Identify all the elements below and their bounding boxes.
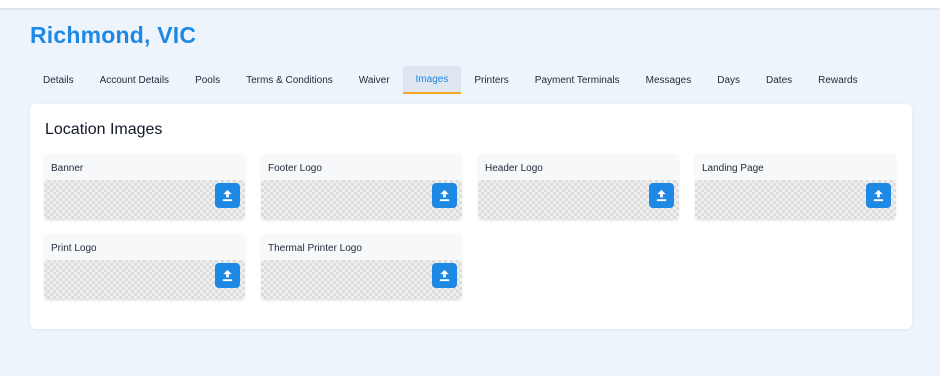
tab-images[interactable]: Images [402,66,462,94]
tab-bar: Details Account Details Pools Terms & Co… [30,66,871,94]
image-grid: Banner Footer Logo Header Logo Landing P… [44,154,896,300]
tab-waiver[interactable]: Waiver [346,66,403,94]
upload-icon [222,269,233,282]
image-tile-label: Landing Page [702,163,764,174]
tab-printers[interactable]: Printers [461,66,521,94]
upload-icon [222,189,233,202]
upload-button[interactable] [432,263,457,288]
upload-button[interactable] [215,263,240,288]
location-images-card: Location Images Banner Footer Logo Heade… [30,104,912,329]
upload-button[interactable] [649,183,674,208]
upload-button[interactable] [215,183,240,208]
section-title: Location Images [45,121,163,138]
image-tile-thermal-printer-logo: Thermal Printer Logo [261,234,462,300]
image-tile-label: Footer Logo [268,163,322,174]
tab-pools[interactable]: Pools [182,66,233,94]
image-tile-label: Header Logo [485,163,543,174]
tab-messages[interactable]: Messages [633,66,705,94]
upload-icon [439,189,450,202]
top-bar [0,0,940,8]
image-tile-footer-logo: Footer Logo [261,154,462,220]
tab-dates[interactable]: Dates [753,66,805,94]
tab-rewards[interactable]: Rewards [805,66,870,94]
image-tile-label: Banner [51,163,84,174]
tab-account-details[interactable]: Account Details [87,66,182,94]
image-tile-banner: Banner [44,154,245,220]
image-tile-print-logo: Print Logo [44,234,245,300]
tab-terms-conditions[interactable]: Terms & Conditions [233,66,346,94]
page-title: Richmond, VIC [30,22,197,48]
image-tile-label: Print Logo [51,243,97,254]
image-tile-label: Thermal Printer Logo [268,243,362,254]
upload-button[interactable] [866,183,891,208]
upload-icon [439,269,450,282]
upload-icon [656,189,667,202]
image-tile-header-logo: Header Logo [478,154,679,220]
tab-details[interactable]: Details [30,66,87,94]
upload-icon [873,189,884,202]
image-tile-landing-page: Landing Page [695,154,896,220]
upload-button[interactable] [432,183,457,208]
tab-payment-terminals[interactable]: Payment Terminals [522,66,633,94]
tab-days[interactable]: Days [704,66,753,94]
